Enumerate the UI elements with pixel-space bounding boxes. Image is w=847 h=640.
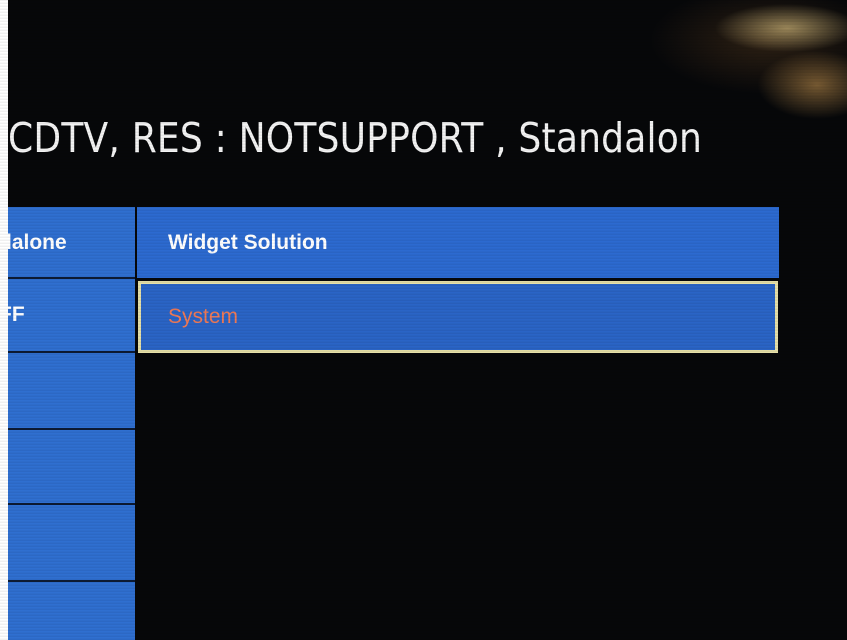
widget-solution-label: Widget Solution — [168, 231, 328, 254]
widget-solution-header: Widget Solution — [137, 207, 779, 278]
menu-item-label: System — [168, 305, 239, 328]
left-menu-column: dalone FF — [8, 207, 135, 640]
left-menu-cell-label: dalone — [8, 231, 67, 254]
left-menu-cell[interactable] — [8, 430, 135, 505]
left-menu-cell[interactable] — [8, 505, 135, 582]
left-menu-cell[interactable] — [8, 582, 135, 640]
menu-item-system[interactable]: System — [138, 281, 778, 353]
left-menu-cell[interactable] — [8, 353, 135, 430]
left-menu-cell-label: FF — [8, 303, 25, 326]
left-menu-cell-standalone[interactable]: dalone — [8, 207, 135, 279]
left-edge-margin — [0, 0, 8, 640]
left-menu-cell-off[interactable]: FF — [8, 279, 135, 353]
tv-service-menu-screen: CDTV, RES : NOTSUPPORT , Standalon dalon… — [0, 0, 847, 640]
status-header: CDTV, RES : NOTSUPPORT , Standalon — [8, 114, 703, 162]
